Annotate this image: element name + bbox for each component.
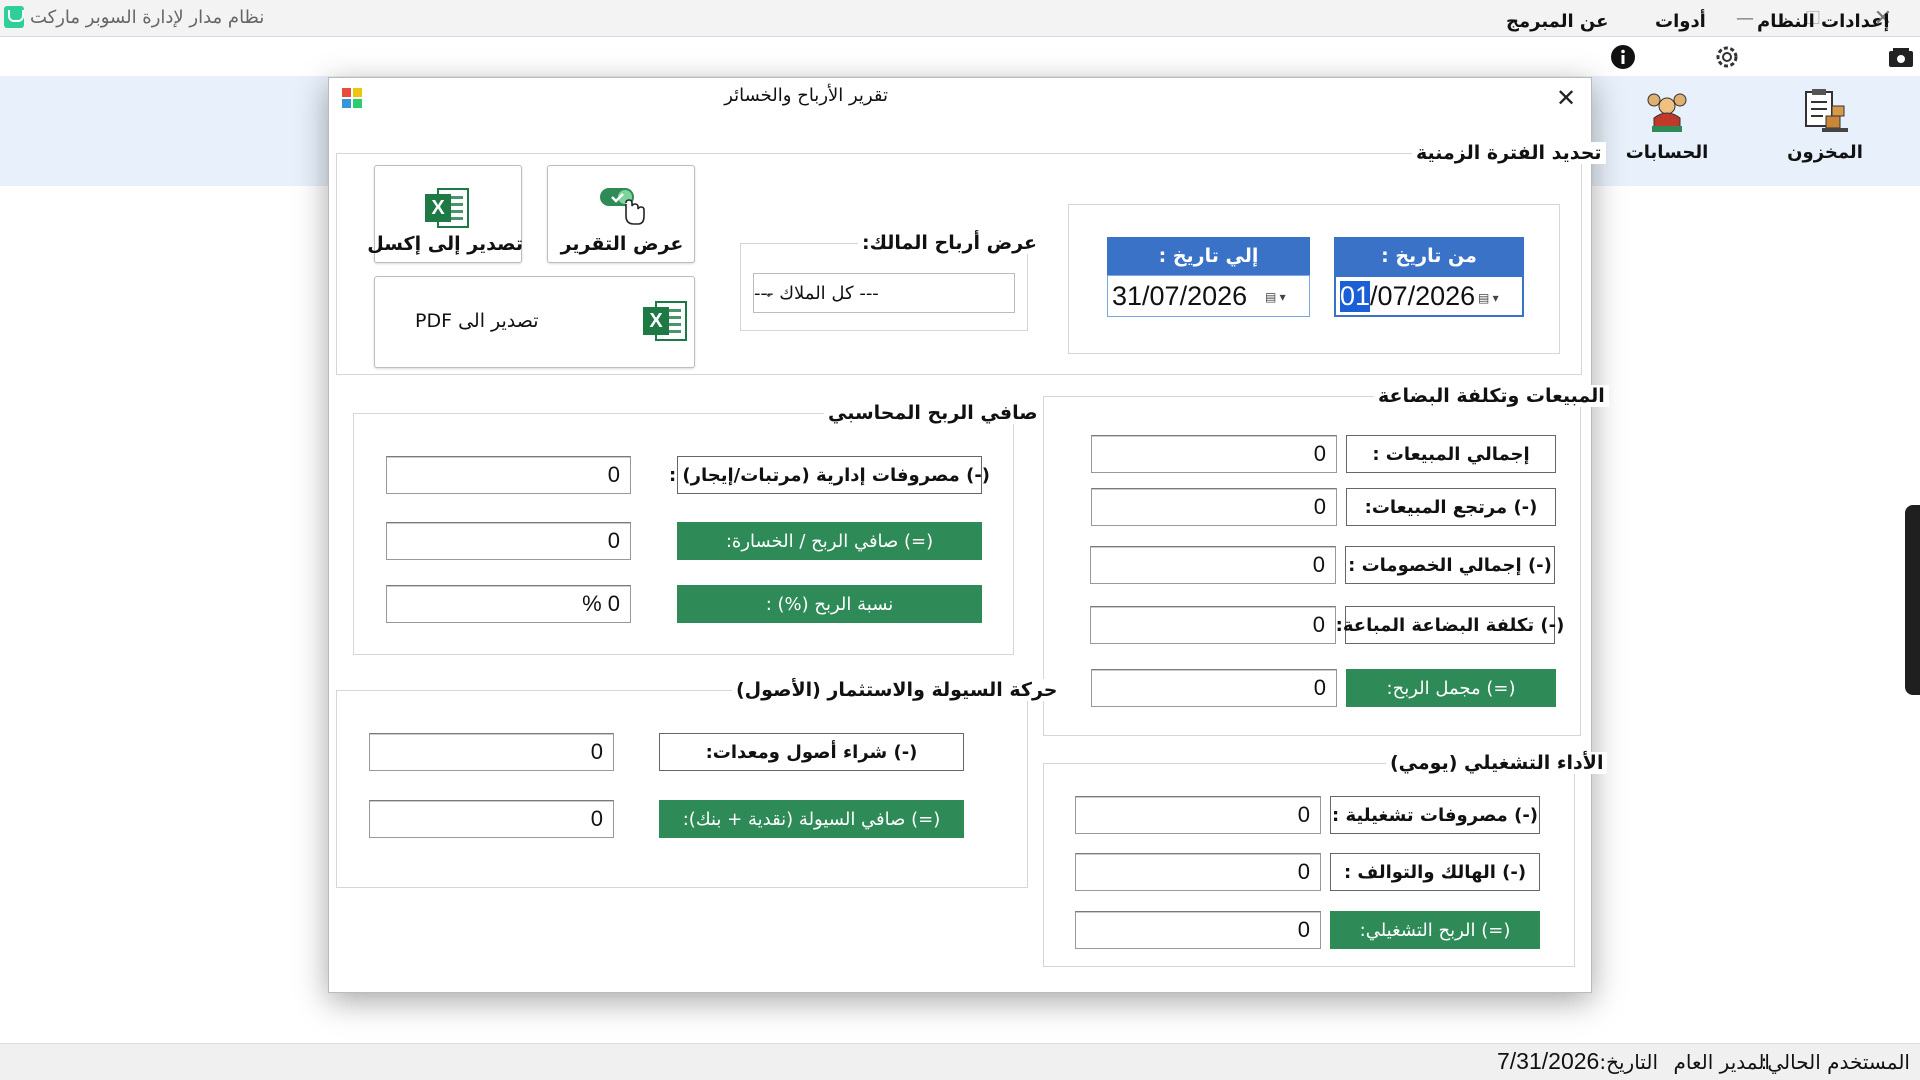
profit-ratio-value: % 0 <box>386 585 631 623</box>
from-date-selected-part: 01 <box>1340 280 1371 312</box>
export-excel-button[interactable]: X تصدير إلى إكسل <box>367 165 523 263</box>
operating-group-title: الأداء التشغيلي (يومي) <box>1386 752 1608 774</box>
to-date-value: 31/07/2026 <box>1112 280 1248 311</box>
admin-expenses-value: 0 <box>386 456 631 494</box>
accounts-icon <box>1641 86 1693 138</box>
system-settings-icon <box>1888 44 1914 70</box>
profit-ratio-label: نسبة الربح (%) : <box>677 585 982 623</box>
excel-icon: X <box>425 186 469 230</box>
period-group-title: تحديد الفترة الزمنية <box>1412 142 1606 164</box>
cogs-label: (-) تكلفة البضاعة المباعة: <box>1336 606 1564 644</box>
total-discounts-label: (-) إجمالي الخصومات : <box>1345 546 1555 584</box>
inventory-icon <box>1799 86 1851 138</box>
from-date-label: من تاريخ : <box>1334 237 1524 275</box>
toolbar-accounts[interactable]: الحسابات <box>1612 86 1722 176</box>
gear-icon <box>1714 44 1740 70</box>
show-report-label: عرض التقرير <box>560 233 684 255</box>
info-icon <box>1610 44 1636 70</box>
waste-damage-value: 0 <box>1075 853 1321 891</box>
operating-expenses-value: 0 <box>1075 796 1321 834</box>
waste-damage-label: (-) الهالك والتوالف : <box>1330 853 1540 891</box>
sales-returns-label: (-) مرتجع المبيعات: <box>1346 488 1556 526</box>
dialog-close-button[interactable]: ✕ <box>1552 84 1580 112</box>
status-user-value: المدير العام <box>1673 1050 1770 1074</box>
toolbar-label-accounts: الحسابات <box>1625 142 1709 163</box>
operating-profit-label: (=) الربح التشغيلي: <box>1330 911 1540 949</box>
export-pdf-button[interactable]: X تصدير الى PDF <box>374 276 695 368</box>
menu-label-about: عن المبرمج <box>1506 10 1609 32</box>
gross-profit-value: 0 <box>1091 669 1337 707</box>
app-logo-icon <box>4 6 24 28</box>
menu-label-tools: أدوات <box>1655 10 1706 32</box>
net-liquidity-label: (=) صافي السيولة (نقدية + بنك): <box>659 800 964 838</box>
asset-purchase-label: (-) شراء أصول ومعدات: <box>659 733 964 771</box>
status-date-label: التاريخ: <box>1599 1050 1658 1074</box>
report-icon <box>342 88 362 108</box>
from-date-picker[interactable]: 01/07/2026 ▤ ▾ <box>1334 275 1524 317</box>
app-title: نظام مدار لإدارة السوبر ماركت <box>30 7 265 28</box>
status-date-value: 7/31/2026 <box>1497 1048 1600 1074</box>
asset-purchase-value: 0 <box>369 733 614 771</box>
to-date-picker[interactable]: 31/07/2026 ▤ ▾ <box>1107 275 1310 317</box>
export-pdf-label: تصدير الى PDF <box>415 310 539 332</box>
cashflow-group-title: حركة السيولة والاستثمار (الأصول) <box>732 679 1062 701</box>
sales-returns-value: 0 <box>1091 488 1337 526</box>
owner-select[interactable]: --- كل الملاك --- ⌄ <box>753 273 1015 313</box>
export-excel-label: تصدير إلى إكسل <box>367 233 523 255</box>
cogs-value: 0 <box>1090 606 1336 644</box>
net-profit-group-title: صافي الربح المحاسبي <box>824 402 1042 424</box>
chevron-down-icon: ⌄ <box>762 282 776 301</box>
toggle-hand-icon <box>598 186 646 230</box>
status-user-label: المستخدم الحالي: <box>1760 1050 1910 1074</box>
owner-filter-title: عرض أرباح المالك: <box>858 232 1041 254</box>
menu-tools[interactable]: أدوات <box>1655 8 1706 34</box>
title-bar <box>0 0 1920 36</box>
net-profit-loss-label: (=) صافي الربح / الخسارة: <box>677 522 982 560</box>
net-profit-loss-value: 0 <box>386 522 631 560</box>
calendar-dropdown-icon[interactable]: ▤ ▾ <box>1478 289 1514 307</box>
toolbar-label-inventory: المخزون <box>1787 142 1863 163</box>
total-sales-value: 0 <box>1091 435 1337 473</box>
net-liquidity-value: 0 <box>369 800 614 838</box>
from-date-rest: /07/2026 <box>1370 280 1476 311</box>
operating-expenses-label: (-) مصروفات تشغيلية : <box>1330 796 1540 834</box>
dialog-title: تقرير الأرباح والخسائر <box>724 85 888 106</box>
menu-system-settings[interactable]: إعدادات النظام <box>1757 8 1890 34</box>
total-discounts-value: 0 <box>1090 546 1336 584</box>
calendar-dropdown-icon[interactable]: ▤ ▾ <box>1265 288 1301 306</box>
operating-profit-value: 0 <box>1075 911 1321 949</box>
sales-group-title: المبيعات وتكلفة البضاعة <box>1374 385 1609 407</box>
total-sales-label: إجمالي المبيعات : <box>1346 435 1556 473</box>
gross-profit-label: (=) مجمل الربح: <box>1346 669 1556 707</box>
to-date-label: إلي تاريخ : <box>1107 237 1310 275</box>
menu-about[interactable]: عن المبرمج <box>1506 8 1608 34</box>
side-scroll-handle[interactable] <box>1905 505 1920 695</box>
excel-icon: X <box>643 299 687 343</box>
show-report-button[interactable]: عرض التقرير <box>547 165 695 263</box>
cashflow-group <box>336 690 1028 888</box>
admin-expenses-label: (-) مصروفات إدارية (مرتبات/إيجار) : <box>669 456 990 494</box>
toolbar-inventory[interactable]: المخزون <box>1770 86 1880 176</box>
menu-label-system-settings: إعدادات النظام <box>1757 10 1890 32</box>
